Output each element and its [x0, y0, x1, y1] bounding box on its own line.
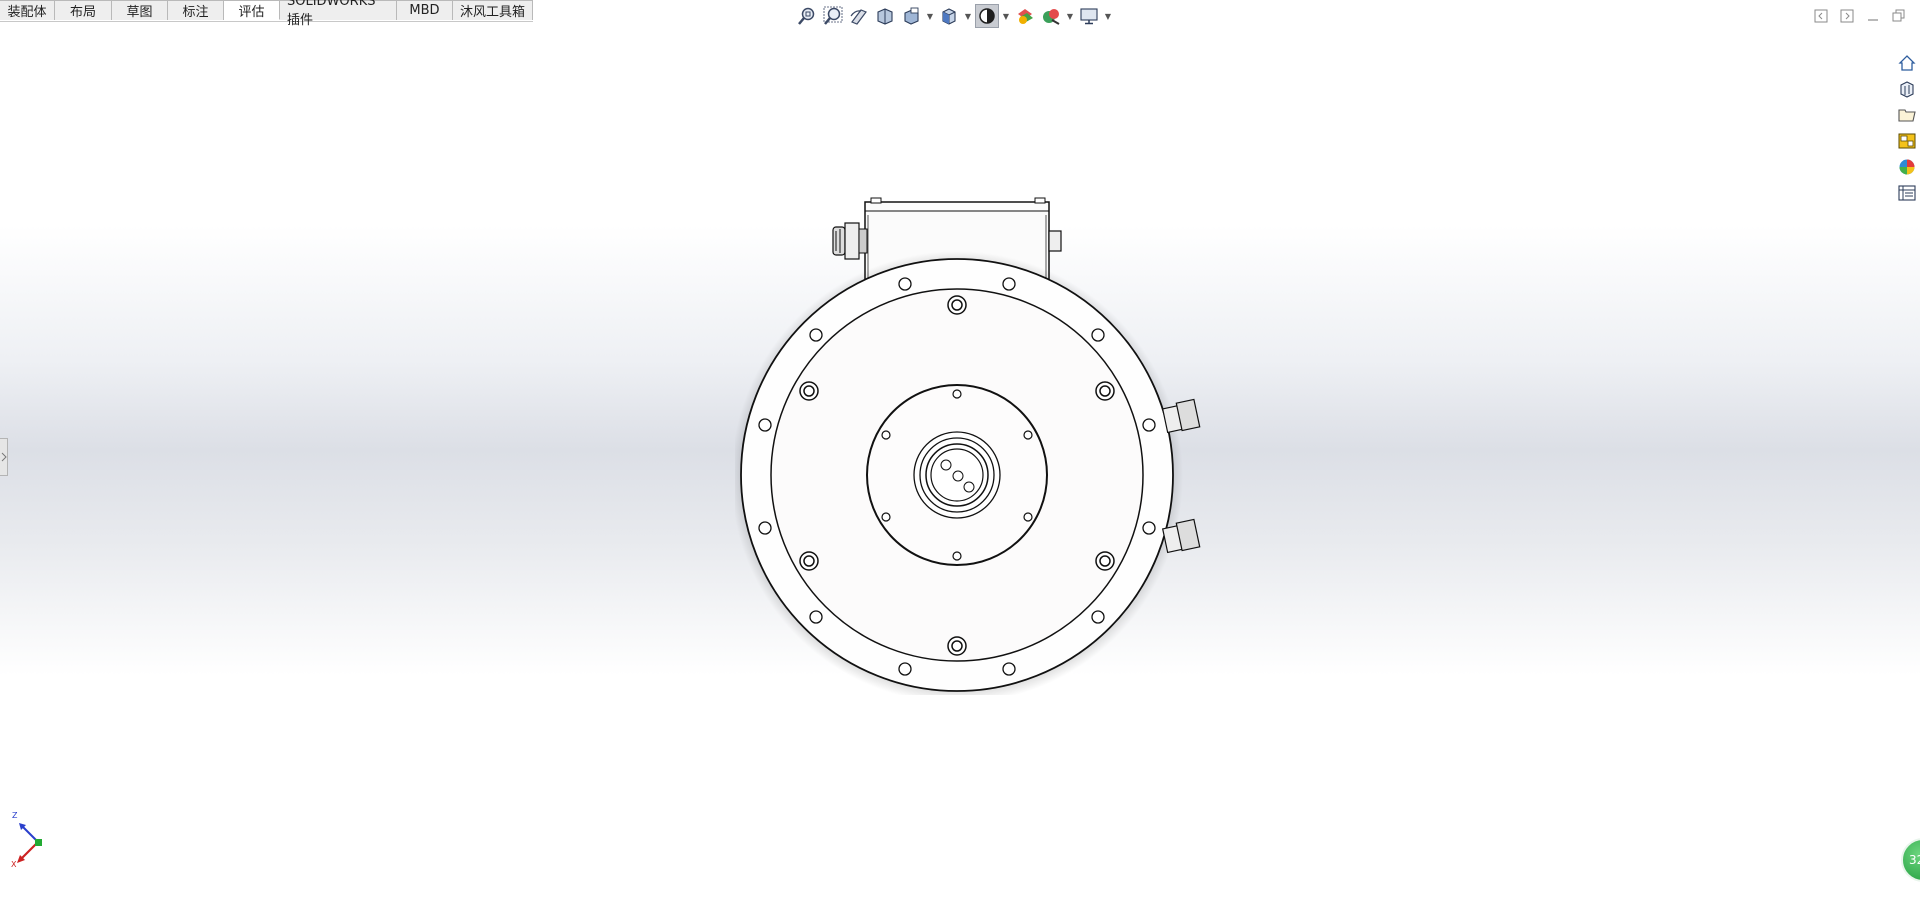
- design-library-icon[interactable]: [1894, 77, 1920, 101]
- solidworks-resources-icon[interactable]: [1894, 51, 1920, 75]
- triad-z-label: Z: [12, 811, 18, 820]
- edit-appearance-dropdown-icon[interactable]: ▼: [1065, 4, 1075, 28]
- hide-show-items-icon[interactable]: [1013, 4, 1037, 28]
- chevron-right-icon: [1, 452, 7, 462]
- view-orientation-dropdown-icon[interactable]: ▼: [963, 4, 973, 28]
- tile-right-icon[interactable]: [1836, 6, 1858, 26]
- apply-scene-dropdown-icon[interactable]: ▼: [1103, 4, 1113, 28]
- command-manager-tabs: 装配体 布局 草图 标注 评估 SOLIDWORKS 插件 MBD 沐风工具箱: [0, 0, 533, 28]
- heads-up-view-toolbar: ▼ ▼ ▼ ▼ ▼: [795, 3, 1113, 29]
- badge-text: 32: [1909, 853, 1920, 867]
- tab-sketch[interactable]: 草图: [112, 0, 168, 20]
- apply-scene-icon[interactable]: [1077, 4, 1101, 28]
- task-pane-tabs: [1894, 51, 1920, 205]
- tab-evaluate[interactable]: 评估: [224, 0, 280, 20]
- view-palette-icon[interactable]: [1894, 129, 1920, 153]
- dynamic-annotation-dropdown-icon[interactable]: ▼: [925, 4, 935, 28]
- file-explorer-icon[interactable]: [1894, 103, 1920, 127]
- model-front-view[interactable]: [735, 195, 1215, 695]
- display-style-icon[interactable]: [975, 4, 999, 28]
- minimize-icon[interactable]: [1862, 6, 1884, 26]
- cable-gland-left: [832, 222, 868, 260]
- tab-solidworks-addins[interactable]: SOLIDWORKS 插件: [280, 0, 397, 28]
- tab-mbd[interactable]: MBD: [397, 0, 453, 20]
- performance-badge[interactable]: 32: [1901, 838, 1920, 882]
- window-controls: [1810, 6, 1920, 26]
- tile-left-icon[interactable]: [1810, 6, 1832, 26]
- edit-appearance-icon[interactable]: [1039, 4, 1063, 28]
- triad-x-label: X: [11, 860, 17, 868]
- tab-layout[interactable]: 布局: [55, 0, 112, 20]
- feature-manager-collapse-handle[interactable]: [0, 438, 8, 476]
- previous-view-icon[interactable]: [847, 4, 871, 28]
- reference-triad: Z X: [11, 811, 42, 868]
- appearances-icon[interactable]: [1894, 155, 1920, 179]
- tab-assembly[interactable]: 装配体: [0, 0, 55, 20]
- zoom-to-fit-icon[interactable]: [795, 4, 819, 28]
- restore-icon[interactable]: [1888, 6, 1910, 26]
- custom-properties-icon[interactable]: [1894, 181, 1920, 205]
- triad-y-axis: [35, 839, 42, 846]
- zoom-to-area-icon[interactable]: [821, 4, 845, 28]
- view-orientation-icon[interactable]: [937, 4, 961, 28]
- tab-mufeng-toolbox[interactable]: 沐风工具箱: [453, 0, 533, 20]
- tab-markup[interactable]: 标注: [168, 0, 224, 20]
- section-view-icon[interactable]: [873, 4, 897, 28]
- display-style-dropdown-icon[interactable]: ▼: [1001, 4, 1011, 28]
- dynamic-annotation-views-icon[interactable]: [899, 4, 923, 28]
